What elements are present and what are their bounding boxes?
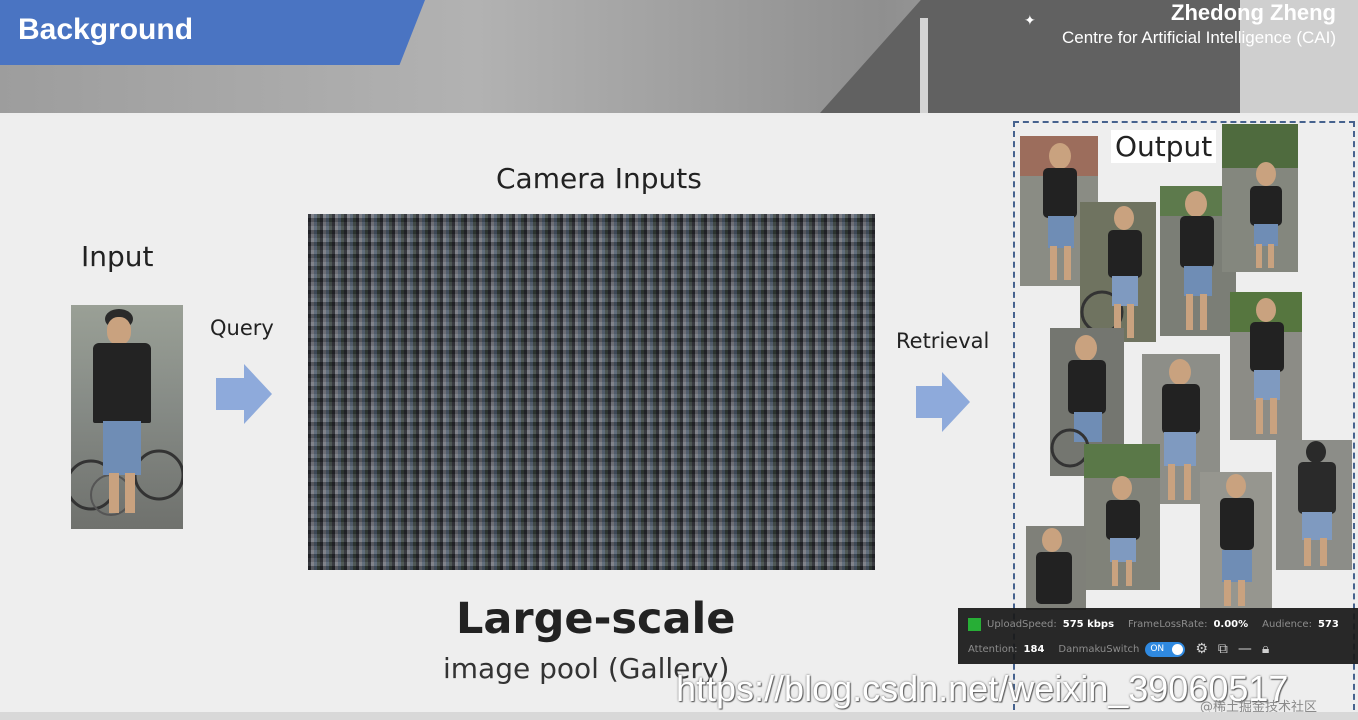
- output-label: Output: [1111, 130, 1217, 163]
- query-arrow-icon: [216, 364, 272, 424]
- gallery-mosaic-image: [308, 214, 875, 570]
- frame-loss-value: 0.00%: [1213, 619, 1249, 630]
- upload-speed-key: UploadSpeed:: [987, 619, 1057, 630]
- stream-stats-overlay: UploadSpeed: 575 kbps FrameLossRate: 0.0…: [958, 608, 1358, 664]
- upload-speed-value: 575 kbps: [1062, 619, 1115, 630]
- result-image-10: [1276, 440, 1352, 570]
- query-person-image: [71, 305, 183, 529]
- frame-loss-key: FrameLossRate:: [1128, 619, 1208, 630]
- bottom-bar: [0, 712, 1358, 720]
- large-scale-label: Large-scale: [456, 594, 736, 644]
- attention-value: 184: [1023, 643, 1045, 655]
- danmaku-toggle[interactable]: ON: [1145, 641, 1186, 657]
- sparkle-icon: ✦: [1024, 12, 1036, 28]
- result-image-4: [1222, 124, 1298, 272]
- result-image-5: [1230, 292, 1302, 440]
- settings-icon[interactable]: ⚙: [1195, 641, 1208, 657]
- query-label: Query: [210, 316, 274, 340]
- audience-key: Audience:: [1262, 619, 1312, 630]
- retrieval-arrow-icon: [916, 372, 970, 432]
- url-watermark: https://blog.csdn.net/weixin_39060517: [676, 668, 1289, 709]
- author-block: ✦ Zhedong Zheng Centre for Artificial In…: [1024, 0, 1336, 48]
- attention-key: Attention:: [968, 643, 1018, 655]
- result-image-2: [1080, 202, 1156, 342]
- audience-value: 573: [1317, 619, 1339, 630]
- stream-status-icon: [968, 618, 981, 631]
- lock-icon[interactable]: 🔒︎: [1262, 641, 1269, 657]
- danmaku-switch-key: DanmakuSwitch: [1058, 643, 1140, 655]
- author-name: Zhedong Zheng: [1171, 0, 1336, 25]
- input-label: Input: [81, 240, 154, 273]
- header-building-pillar: [920, 18, 928, 113]
- section-title: Background: [18, 13, 194, 46]
- minimize-icon[interactable]: —: [1238, 641, 1252, 657]
- result-image-9: [1200, 472, 1272, 608]
- retrieval-label: Retrieval: [896, 329, 990, 353]
- result-image-8: [1084, 444, 1160, 590]
- camera-inputs-label: Camera Inputs: [496, 162, 702, 195]
- popout-icon[interactable]: ⧉: [1218, 641, 1228, 657]
- section-title-tab: Background: [0, 0, 425, 65]
- author-org: Centre for Artificial Intelligence (CAI): [1062, 28, 1336, 47]
- result-image-11: [1026, 526, 1086, 610]
